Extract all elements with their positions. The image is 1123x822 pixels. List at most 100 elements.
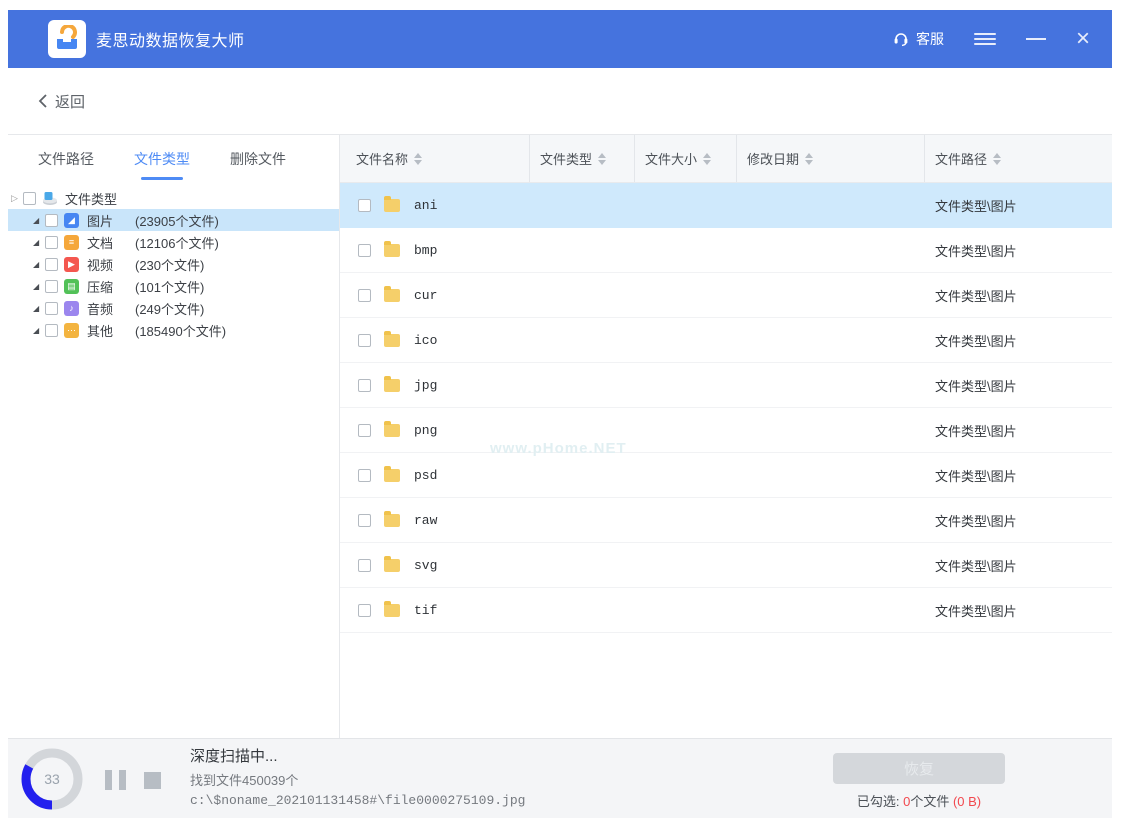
folder-icon <box>384 199 400 212</box>
progress-ring: 33 <box>20 747 84 811</box>
chevron-left-icon <box>38 93 48 109</box>
column-header-filesize[interactable]: 文件大小 <box>635 135 737 182</box>
sort-icon[interactable] <box>805 153 813 165</box>
tab-label: 文件类型 <box>134 149 190 169</box>
row-checkbox[interactable] <box>358 424 371 437</box>
app-window: 麦思动数据恢复大师 客服 × 返回 <box>8 10 1112 818</box>
drive-icon <box>42 191 58 206</box>
app-logo-icon <box>48 20 86 58</box>
table-rows: ani 文件类型\图片 bmp 文件类型\图片 cur 文件类型\图片 <box>340 183 1112 633</box>
tree-root-row[interactable]: ▷ 文件类型 <box>8 187 339 209</box>
sort-icon[interactable] <box>703 153 711 165</box>
folder-icon <box>384 289 400 302</box>
tree-item[interactable]: ◢ ⋯ 其他 (185490个文件) <box>8 319 339 341</box>
column-header-filetype[interactable]: 文件类型 <box>530 135 635 182</box>
row-checkbox[interactable] <box>358 469 371 482</box>
table-row[interactable]: ani 文件类型\图片 <box>340 183 1112 228</box>
table-row[interactable]: raw 文件类型\图片 <box>340 498 1112 543</box>
tree-item[interactable]: ◢ ≡ 文档 (12106个文件) <box>8 231 339 253</box>
file-path-cell: 文件类型\图片 <box>925 421 1112 440</box>
stop-button[interactable] <box>144 772 161 789</box>
folder-icon <box>384 379 400 392</box>
table-row[interactable]: jpg 文件类型\图片 <box>340 363 1112 408</box>
pause-button[interactable] <box>105 770 126 790</box>
table-row[interactable]: bmp 文件类型\图片 <box>340 228 1112 273</box>
folder-icon <box>384 424 400 437</box>
file-path-cell: 文件类型\图片 <box>925 286 1112 305</box>
checkbox[interactable] <box>45 236 58 249</box>
table-row[interactable]: psd 文件类型\图片 <box>340 453 1112 498</box>
sort-icon[interactable] <box>414 153 422 165</box>
checkbox[interactable] <box>45 280 58 293</box>
file-name: ani <box>414 198 437 213</box>
row-checkbox[interactable] <box>358 559 371 572</box>
file-name: raw <box>414 513 437 528</box>
table-row[interactable]: tif 文件类型\图片 <box>340 588 1112 633</box>
checkbox[interactable] <box>45 324 58 337</box>
back-bar: 返回 <box>8 68 1112 135</box>
row-checkbox[interactable] <box>358 514 371 527</box>
tree-item-label: 文档 <box>87 233 127 252</box>
table-row[interactable]: cur 文件类型\图片 <box>340 273 1112 318</box>
table-row[interactable]: svg 文件类型\图片 <box>340 543 1112 588</box>
checkbox[interactable] <box>45 214 58 227</box>
headset-icon <box>892 30 910 48</box>
expander-icon[interactable]: ◢ <box>33 304 45 313</box>
expander-icon[interactable]: ◢ <box>33 216 45 225</box>
row-checkbox[interactable] <box>358 289 371 302</box>
tree-item[interactable]: ◢ ♪ 音频 (249个文件) <box>8 297 339 319</box>
table-row[interactable]: png 文件类型\图片 <box>340 408 1112 453</box>
support-button[interactable]: 客服 <box>892 29 944 49</box>
menu-button[interactable] <box>974 30 996 48</box>
tab-label: 删除文件 <box>230 149 286 169</box>
file-table: 文件名称 文件类型 文件大小 修改日期 文件路径 <box>340 135 1112 738</box>
sort-icon[interactable] <box>993 153 1001 165</box>
tree-item[interactable]: ◢ ▶ 视频 (230个文件) <box>8 253 339 275</box>
back-button[interactable]: 返回 <box>38 91 85 112</box>
file-path-cell: 文件类型\图片 <box>925 556 1112 575</box>
recover-button[interactable]: 恢复 <box>833 753 1005 784</box>
checkbox[interactable] <box>23 192 36 205</box>
row-checkbox[interactable] <box>358 244 371 257</box>
expander-icon[interactable]: ◢ <box>33 238 45 247</box>
tree-item-count: (185490个文件) <box>135 321 226 340</box>
file-path-cell: 文件类型\图片 <box>925 601 1112 620</box>
expander-icon[interactable]: ▷ <box>11 193 23 204</box>
row-checkbox[interactable] <box>358 604 371 617</box>
column-header-filepath[interactable]: 文件路径 <box>925 135 1112 182</box>
checkbox[interactable] <box>45 258 58 271</box>
expander-icon[interactable]: ◢ <box>33 260 45 269</box>
files-found-count: 找到文件450039个 <box>190 770 525 789</box>
table-row[interactable]: ico 文件类型\图片 <box>340 318 1112 363</box>
sidebar-tab-文件路径[interactable]: 文件路径 <box>18 135 114 183</box>
expander-icon[interactable]: ◢ <box>33 326 45 335</box>
close-button[interactable]: × <box>1076 29 1090 49</box>
sidebar-tabs: 文件路径 文件类型 删除文件 <box>8 135 339 183</box>
tree-item-count: (230个文件) <box>135 255 204 274</box>
file-path-cell: 文件类型\图片 <box>925 511 1112 530</box>
row-checkbox[interactable] <box>358 334 371 347</box>
expander-icon[interactable]: ◢ <box>33 282 45 291</box>
sidebar-tab-文件类型[interactable]: 文件类型 <box>114 135 210 183</box>
file-name: ico <box>414 333 437 348</box>
category-icon: ≡ <box>64 235 79 250</box>
tree-item[interactable]: ◢ ▤ 压缩 (101个文件) <box>8 275 339 297</box>
file-path-cell: 文件类型\图片 <box>925 376 1112 395</box>
checkbox[interactable] <box>45 302 58 315</box>
folder-icon <box>384 604 400 617</box>
row-checkbox[interactable] <box>358 199 371 212</box>
sort-icon[interactable] <box>598 153 606 165</box>
sidebar-tab-删除文件[interactable]: 删除文件 <box>210 135 306 183</box>
category-icon: ⋯ <box>64 323 79 338</box>
tree-item[interactable]: ◢ ◢ 图片 (23905个文件) <box>8 209 339 231</box>
column-header-filename[interactable]: 文件名称 <box>340 135 530 182</box>
minimize-button[interactable] <box>1026 38 1046 40</box>
folder-icon <box>384 559 400 572</box>
tree-item-label: 视频 <box>87 255 127 274</box>
column-header-modified[interactable]: 修改日期 <box>737 135 925 182</box>
row-checkbox[interactable] <box>358 379 371 392</box>
app-title: 麦思动数据恢复大师 <box>96 27 245 51</box>
title-bar: 麦思动数据恢复大师 客服 × <box>8 10 1112 68</box>
category-icon: ♪ <box>64 301 79 316</box>
folder-icon <box>384 469 400 482</box>
